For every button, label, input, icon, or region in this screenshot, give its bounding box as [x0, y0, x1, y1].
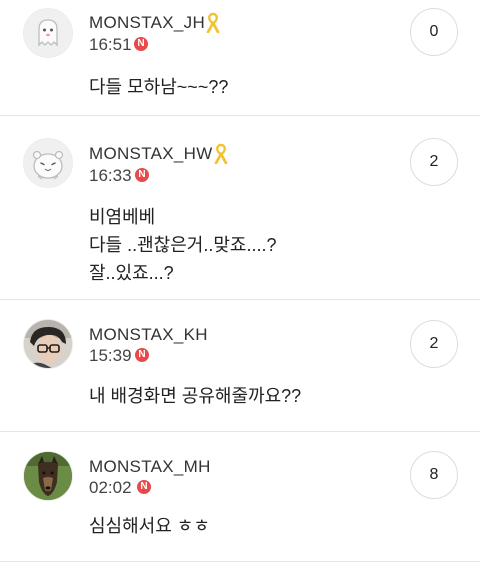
post-time: 16:51 [89, 35, 132, 54]
new-badge: N [135, 168, 149, 182]
post-content[interactable]: 비염베베 다들 ..괜찮은거..맞죠....? 잘..있죠...? [89, 203, 277, 287]
post-item[interactable]: MONSTAX_JH 16:51 N 0 다들 모하남~~~?? [0, 0, 480, 115]
avatar[interactable] [23, 138, 73, 188]
comment-count-button[interactable]: 2 [410, 320, 458, 368]
comment-count-button[interactable]: 2 [410, 138, 458, 186]
new-badge: N [135, 348, 149, 362]
ghost-character-icon [24, 9, 72, 57]
post-item[interactable]: MONSTAX_MH 02:02 N 8 심심해서요 ㅎㅎ [0, 432, 480, 562]
comment-count-button[interactable]: 8 [410, 451, 458, 499]
post-item[interactable]: MONSTAX_KH 15:39 N 2 내 배경화면 공유해줄까요?? [0, 300, 480, 431]
username[interactable]: MONSTAX_JH [89, 13, 205, 33]
post-content[interactable]: 심심해서요 ㅎㅎ [89, 512, 210, 540]
username[interactable]: MONSTAX_MH [89, 457, 211, 477]
post-time: 02:02 [89, 478, 132, 497]
hamster-character-icon [24, 139, 72, 187]
avatar[interactable] [23, 451, 73, 501]
post-time: 16:33 [89, 166, 132, 185]
person-photo [24, 320, 72, 368]
dog-photo [24, 452, 72, 500]
avatar[interactable] [23, 319, 73, 369]
ribbon-icon [206, 12, 220, 33]
new-badge: N [134, 37, 148, 51]
post-feed: MONSTAX_JH 16:51 N 0 다들 모하남~~~?? MONSTAX… [0, 0, 480, 562]
avatar[interactable] [23, 8, 73, 58]
username[interactable]: MONSTAX_KH [89, 325, 208, 345]
ribbon-icon [214, 143, 228, 164]
comment-count-button[interactable]: 0 [410, 8, 458, 56]
post-content[interactable]: 다들 모하남~~~?? [89, 73, 228, 101]
username[interactable]: MONSTAX_HW [89, 144, 213, 164]
post-item[interactable]: MONSTAX_HW 16:33 N 2 비염베베 다들 ..괜찮은거..맞죠.… [0, 116, 480, 299]
post-content[interactable]: 내 배경화면 공유해줄까요?? [89, 382, 301, 410]
new-badge: N [137, 480, 151, 494]
post-time: 15:39 [89, 346, 132, 365]
